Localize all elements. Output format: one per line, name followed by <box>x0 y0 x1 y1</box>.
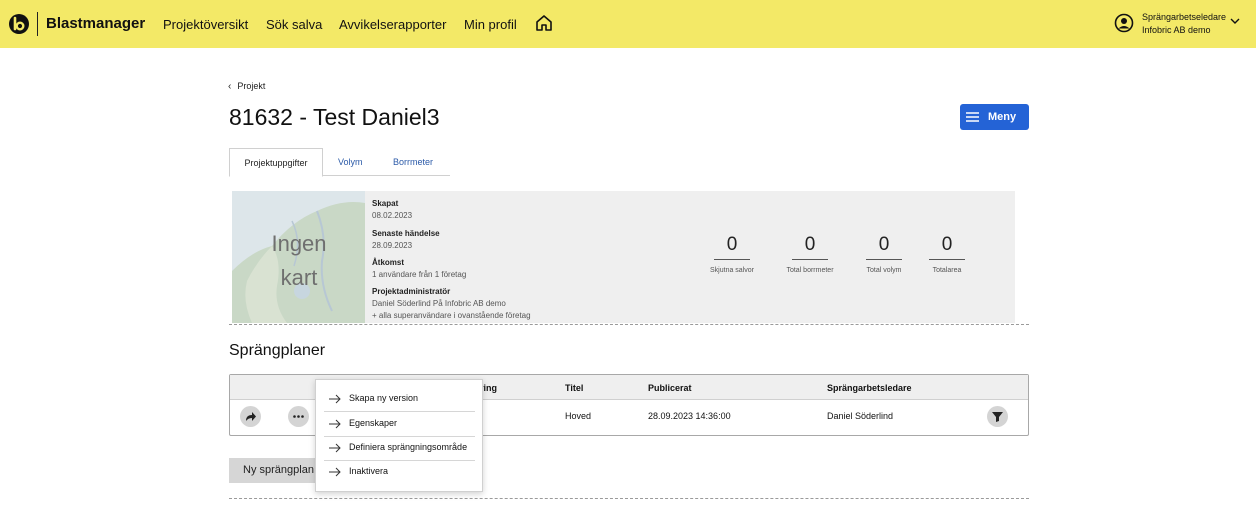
tab-volym[interactable]: Volym <box>338 148 363 177</box>
arrow-right-icon <box>329 419 341 429</box>
page-title: 81632 - Test Daniel3 <box>229 104 440 130</box>
stat-total-borrmeter-label: Total borrmeter <box>786 267 834 274</box>
stat-underline <box>929 259 965 260</box>
menu-button[interactable]: Meny <box>960 104 1029 130</box>
last-event-label: Senaste händelse <box>372 229 440 238</box>
project-map: Ingen kart <box>232 191 365 323</box>
menu-item-label: Definiera sprängningsområde <box>349 442 468 452</box>
row-manager: Daniel Söderlind <box>827 411 894 421</box>
section-title: Sprängplaner <box>229 342 326 359</box>
hamburger-icon <box>966 112 979 122</box>
stat-totalarea-label: Totalarea <box>932 267 962 274</box>
user-avatar-icon[interactable] <box>1114 13 1134 33</box>
chevron-down-icon[interactable] <box>1230 16 1240 26</box>
arrow-right-icon <box>329 467 341 477</box>
filter-button[interactable] <box>987 406 1008 427</box>
blastmanager-logo-icon[interactable] <box>8 13 30 35</box>
more-dots-icon <box>293 415 304 418</box>
menu-item-label: Inaktivera <box>349 466 389 476</box>
breadcrumb[interactable]: ‹ Projekt <box>228 81 265 92</box>
created-value: 08.02.2023 <box>372 211 413 220</box>
row-title: Hoved <box>565 411 592 421</box>
row-more-button[interactable] <box>288 406 309 427</box>
column-header-titel[interactable]: Titel <box>565 383 583 393</box>
stat-skjutna-salvor-label: Skjutna salvor <box>710 267 754 274</box>
menu-item-label: Egenskaper <box>349 418 398 428</box>
open-plan-button[interactable] <box>240 406 261 427</box>
tab-projektuppgifter[interactable]: Projektuppgifter <box>229 148 323 177</box>
brand-name[interactable]: Blastmanager <box>46 15 145 32</box>
chevron-left-icon: ‹ <box>228 81 232 92</box>
admin-extra: + alla superanvändare i ovanstående före… <box>372 311 531 320</box>
arrow-right-icon <box>329 394 341 404</box>
menu-item-label: Skapa ny version <box>349 393 419 403</box>
stat-skjutna-salvor-value: 0 <box>726 234 738 255</box>
created-label: Skapat <box>372 199 399 208</box>
home-icon[interactable] <box>535 14 553 32</box>
menu-item-skapa-ny-version[interactable]: Skapa ny version <box>324 387 475 411</box>
project-info-panel: Ingen kart Skapat 08.02.2023 Senaste hän… <box>232 191 1015 323</box>
nav-min-profil[interactable]: Min profil <box>464 17 517 32</box>
menu-item-inaktivera[interactable]: Inaktivera <box>324 460 475 484</box>
stat-underline <box>792 259 828 260</box>
row-context-menu: Skapa ny version Egenskaper Definiera sp… <box>315 379 483 492</box>
access-value: 1 användare från 1 företag <box>372 270 467 279</box>
access-label: Åtkomst <box>372 258 405 267</box>
section-divider <box>229 498 1029 499</box>
stat-total-volym-label: Total volym <box>866 267 902 274</box>
column-header-sprangarbetsledare[interactable]: Sprängarbetsledare <box>827 383 912 393</box>
top-bar: Blastmanager Projektöversikt Sök salva A… <box>0 0 1256 48</box>
logo-divider <box>37 12 38 36</box>
stat-total-volym-value: 0 <box>878 234 890 255</box>
map-placeholder-text: Ingen kart <box>271 231 327 290</box>
filter-icon <box>992 412 1003 422</box>
user-organization: Infobric AB demo <box>1142 25 1211 35</box>
section-divider <box>229 324 1029 325</box>
nav-sok-salva[interactable]: Sök salva <box>266 17 322 32</box>
nav-projektoversikt[interactable]: Projektöversikt <box>163 17 248 32</box>
arrow-right-icon <box>329 443 341 453</box>
admin-label: Projektadministratör <box>372 287 451 296</box>
last-event-value: 28.09.2023 <box>372 241 413 250</box>
nav-avvikelserapporter[interactable]: Avvikelserapporter <box>339 17 446 32</box>
tab-bar: Projektuppgifter Volym Borrmeter <box>229 148 450 177</box>
column-header-publicerat[interactable]: Publicerat <box>648 383 692 393</box>
menu-item-definiera-sprangningsomrade[interactable]: Definiera sprängningsområde <box>324 436 475 460</box>
breadcrumb-label: Projekt <box>237 81 266 91</box>
tab-borrmeter[interactable]: Borrmeter <box>393 148 433 177</box>
stat-underline <box>714 259 750 260</box>
menu-item-egenskaper[interactable]: Egenskaper <box>324 412 475 436</box>
admin-value: Daniel Söderlind På Infobric AB demo <box>372 299 506 308</box>
share-arrow-icon <box>246 412 256 421</box>
new-blast-plan-button[interactable]: Ny sprängplan <box>229 458 327 483</box>
stat-totalarea-value: 0 <box>941 234 953 255</box>
menu-button-label: Meny <box>988 111 1017 123</box>
user-role: Sprängarbetseledare <box>1142 12 1227 22</box>
stat-underline <box>866 259 902 260</box>
row-published: 28.09.2023 14:36:00 <box>648 411 731 421</box>
stat-total-borrmeter-value: 0 <box>804 234 816 255</box>
